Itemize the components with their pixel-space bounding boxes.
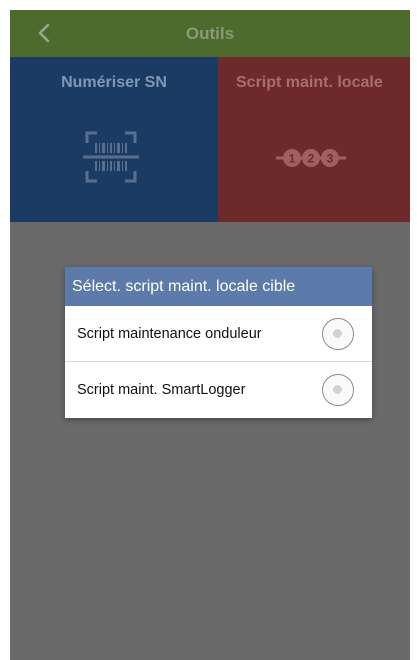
scan-sn-tile[interactable]: Numériser SN <box>10 57 218 222</box>
target-script-dialog: Sélect. script maint. locale cible Scrip… <box>65 267 372 418</box>
chevron-left-icon <box>38 23 50 43</box>
device-edge-right <box>410 0 417 660</box>
step-3-digit: 3 <box>327 152 334 166</box>
app-screen: Outils Numériser SN Script maint. locale… <box>10 10 410 660</box>
radio-dot-icon <box>333 385 342 394</box>
barcode-scan-icon <box>83 131 139 183</box>
top-bar: Outils <box>10 10 410 57</box>
radio-dot-icon <box>333 329 342 338</box>
dialog-title: Sélect. script maint. locale cible <box>65 267 372 306</box>
device-edge-left <box>0 0 10 660</box>
page-title: Outils <box>185 24 235 43</box>
option-label: Script maintenance onduleur <box>77 326 262 342</box>
numbered-steps-icon: 1 2 3 <box>276 149 346 167</box>
option-smartlogger-maintenance-script[interactable]: Script maint. SmartLogger <box>65 362 372 418</box>
local-maintenance-script-tile-label: Script maint. locale <box>236 74 383 91</box>
option-label: Script maint. SmartLogger <box>77 382 246 398</box>
step-1-digit: 1 <box>289 152 296 166</box>
back-button[interactable] <box>28 16 62 50</box>
radio-button[interactable] <box>322 374 354 406</box>
scan-sn-tile-label: Numériser SN <box>61 74 167 91</box>
step-2-digit: 2 <box>308 152 315 166</box>
local-maintenance-script-tile[interactable]: Script maint. locale 1 2 3 <box>218 57 410 222</box>
radio-button[interactable] <box>322 318 354 350</box>
option-inverter-maintenance-script[interactable]: Script maintenance onduleur <box>65 306 372 362</box>
